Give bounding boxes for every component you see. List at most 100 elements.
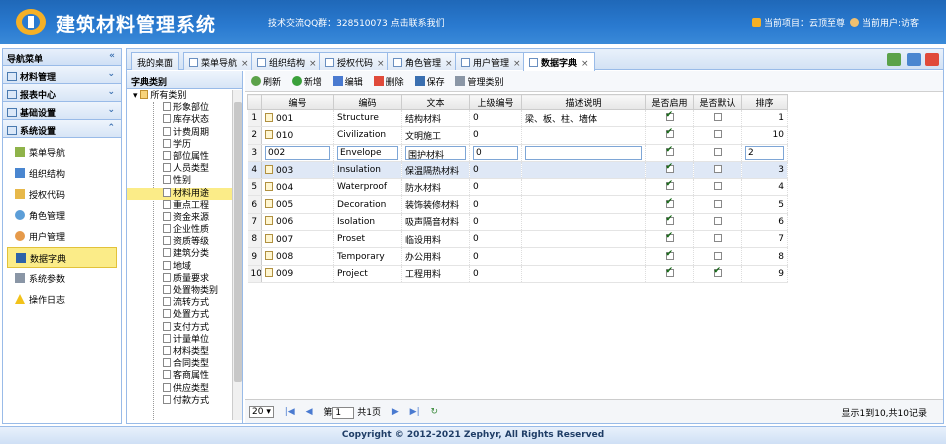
id-cell[interactable]: 007 xyxy=(261,230,334,249)
tree-item[interactable]: 客商属性 xyxy=(127,370,241,382)
enabled-checkbox[interactable] xyxy=(665,127,674,139)
column-header[interactable]: 编号 xyxy=(261,94,334,110)
text-cell[interactable]: 防水材料 xyxy=(401,178,470,197)
code-cell[interactable]: Waterproof xyxy=(333,178,402,197)
tree-item[interactable]: 计费周期 xyxy=(127,126,241,139)
add-button[interactable]: 新增 xyxy=(291,75,322,88)
default-cell[interactable] xyxy=(693,247,742,266)
qq-contact-link[interactable]: 技术交流QQ群：328510073 点击联系我们 xyxy=(268,16,445,29)
enabled-cell[interactable] xyxy=(645,126,694,145)
default-cell[interactable] xyxy=(693,178,742,197)
tree-item[interactable]: 付款方式 xyxy=(127,394,241,407)
tree-item[interactable]: 库存状态 xyxy=(127,114,241,126)
code-cell[interactable]: Insulation xyxy=(333,161,402,180)
text-cell[interactable]: 临设用料 xyxy=(401,230,470,249)
sort-cell[interactable]: 5 xyxy=(741,195,788,214)
desc-cell[interactable] xyxy=(521,247,646,266)
default-checkbox[interactable] xyxy=(713,130,722,139)
tree-scrollbar[interactable] xyxy=(232,90,242,420)
default-checkbox[interactable] xyxy=(713,113,722,122)
tree-item[interactable]: 供应类型 xyxy=(127,382,241,395)
text-cell[interactable]: 吸声隔音材料 xyxy=(401,213,470,232)
code-cell[interactable]: Decoration xyxy=(333,195,402,214)
sort-cell[interactable]: 4 xyxy=(741,178,788,197)
sort-cell[interactable]: 1 xyxy=(741,109,788,128)
tree-item[interactable]: 合同类型 xyxy=(127,358,241,370)
tab-desktop[interactable]: 我的桌面 xyxy=(131,52,180,70)
sort-cell[interactable]: 9 xyxy=(741,265,788,283)
tree-item[interactable]: 重点工程 xyxy=(127,199,241,212)
column-header[interactable]: 描述说明 xyxy=(521,94,646,110)
last-page-icon[interactable]: ▶| xyxy=(410,407,420,417)
tree-item[interactable]: 资金来源 xyxy=(127,211,241,224)
parent-cell[interactable]: 0 xyxy=(469,230,522,249)
close-icon[interactable]: × xyxy=(581,59,589,69)
tree-item[interactable]: 形象部位 xyxy=(127,102,241,114)
table-row[interactable]: 6 005 Decoration装饰装修材料0 5 xyxy=(247,195,788,214)
next-page-icon[interactable]: ▶ xyxy=(392,407,399,417)
code-cell[interactable]: Temporary xyxy=(333,247,402,266)
table-row[interactable]: 4 003 Insulation保温隔热材料0 3 xyxy=(247,161,788,180)
code-cell[interactable]: Proset xyxy=(333,230,402,249)
id-cell[interactable]: 004 xyxy=(261,178,334,197)
parent-cell[interactable]: 0 xyxy=(469,213,522,232)
default-cell[interactable] xyxy=(693,230,742,249)
default-checkbox[interactable] xyxy=(713,216,722,225)
delete-button[interactable]: 删除 xyxy=(373,75,404,88)
table-row[interactable]: 10 009 Project工程用料0 9 xyxy=(247,265,788,283)
fullscreen-icon[interactable] xyxy=(907,53,921,66)
table-row[interactable]: 1 001 Structure结构材料0梁、板、柱、墙体 1 xyxy=(247,109,788,128)
menu-item-dictionary[interactable]: 数据字典 xyxy=(7,247,117,268)
column-header[interactable]: 是否启用 xyxy=(645,94,694,110)
close-all-icon[interactable] xyxy=(925,53,939,66)
tree-item[interactable]: 学历 xyxy=(127,138,241,151)
desc-cell[interactable] xyxy=(521,230,646,249)
text-cell[interactable]: 文明施工 xyxy=(401,126,470,145)
tab-role[interactable]: 角色管理 × xyxy=(387,52,459,70)
group-material[interactable]: 材料管理 ⌄ xyxy=(3,66,121,84)
reload-icon[interactable]: ↻ xyxy=(431,407,439,417)
sort-cell[interactable]: 8 xyxy=(741,247,788,266)
enabled-checkbox[interactable] xyxy=(665,231,674,243)
tree-item[interactable]: 处置物类别 xyxy=(127,285,241,297)
enabled-checkbox[interactable] xyxy=(665,249,674,260)
text-cell[interactable]: 围护材料 xyxy=(401,144,470,162)
group-report[interactable]: 报表中心 ⌄ xyxy=(3,84,121,102)
enabled-cell[interactable] xyxy=(645,109,694,128)
id-cell[interactable]: 008 xyxy=(261,247,334,266)
close-icon[interactable]: × xyxy=(377,59,385,69)
tree-item[interactable]: 质量要求 xyxy=(127,272,241,285)
sort-cell[interactable]: 7 xyxy=(741,230,788,249)
tab-org[interactable]: 组织结构 × xyxy=(251,52,323,70)
tree-item[interactable]: 地域 xyxy=(127,260,241,273)
parent-cell[interactable]: 0 xyxy=(469,247,522,266)
parent-cell[interactable]: 0 xyxy=(469,195,522,214)
tree-item[interactable]: 性别 xyxy=(127,175,241,187)
table-row[interactable]: 8 007 Proset临设用料0 7 xyxy=(247,230,788,249)
default-checkbox[interactable] xyxy=(713,234,722,243)
tree-item[interactable]: 建筑分类 xyxy=(127,248,241,260)
refresh-icon[interactable] xyxy=(887,53,901,66)
default-checkbox[interactable] xyxy=(713,182,722,191)
default-cell[interactable] xyxy=(693,265,742,283)
parent-cell[interactable]: 0 xyxy=(469,109,522,128)
enabled-checkbox[interactable] xyxy=(665,179,674,191)
tree-item[interactable]: 资质等级 xyxy=(127,236,241,248)
text-cell[interactable]: 工程用料 xyxy=(401,265,470,283)
current-project[interactable]: 当前项目：云顶至尊 xyxy=(752,16,845,29)
desc-cell[interactable] xyxy=(521,265,646,283)
text-cell[interactable]: 结构材料 xyxy=(401,109,470,128)
current-user[interactable]: 当前用户:访客 xyxy=(850,16,919,29)
table-row[interactable]: 9 008 Temporary办公用料0 8 xyxy=(247,247,788,266)
parent-cell[interactable]: 0 xyxy=(469,178,522,197)
menu-item-log[interactable]: 操作日志 xyxy=(7,289,117,310)
parent-cell[interactable]: 0 xyxy=(469,126,522,145)
desc-cell[interactable] xyxy=(521,126,646,145)
enabled-checkbox[interactable] xyxy=(665,197,674,208)
default-checkbox[interactable] xyxy=(713,266,722,277)
id-cell[interactable]: 009 xyxy=(261,265,334,283)
menu-item-menu-nav[interactable]: 菜单导航 xyxy=(7,142,117,163)
tree-item[interactable]: 企业性质 xyxy=(127,224,241,236)
text-cell[interactable]: 保温隔热材料 xyxy=(401,161,470,180)
code-cell[interactable]: Isolation xyxy=(333,213,402,232)
